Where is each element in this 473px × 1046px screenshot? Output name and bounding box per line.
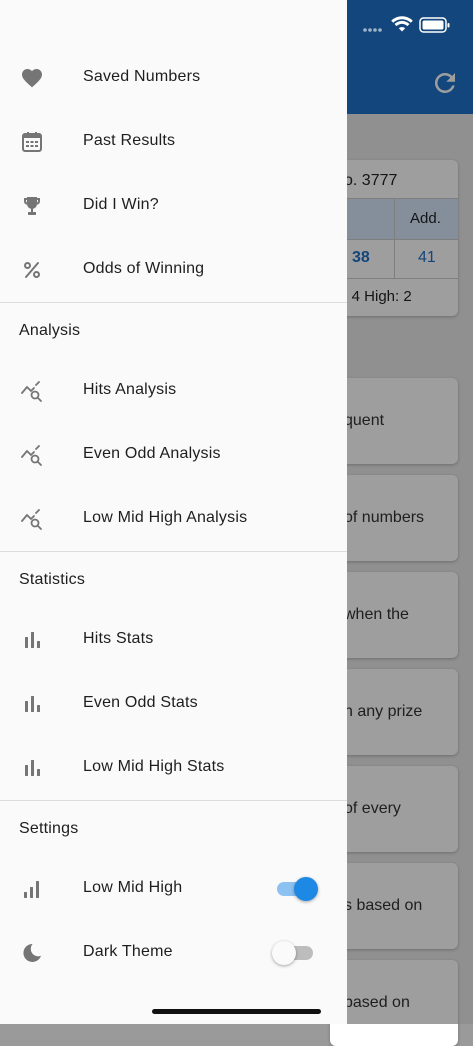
- trophy-icon: [23, 197, 41, 215]
- drawer-item-label: Even Odd Analysis: [83, 445, 221, 462]
- setting-low-mid-high[interactable]: Low Mid High: [0, 857, 347, 921]
- drawer-item-label: Even Odd Stats: [83, 694, 198, 711]
- switch-thumb: [272, 941, 296, 965]
- drawer-item-label: Past Results: [83, 132, 176, 149]
- chart-search-icon: [21, 381, 42, 402]
- drawer-item-even-odd-stats[interactable]: Even Odd Stats: [0, 672, 347, 736]
- section-header-settings: Settings: [19, 820, 79, 837]
- home-indicator[interactable]: [152, 1009, 321, 1014]
- moon-icon: [23, 943, 41, 962]
- section-header-analysis: Analysis: [19, 322, 81, 339]
- bar-chart-icon: [25, 632, 40, 648]
- divider: [0, 800, 347, 801]
- switch-thumb: [294, 877, 318, 901]
- status-time: 5:00: [46, 16, 79, 33]
- chart-search-icon: [21, 445, 42, 466]
- signal-bars-icon: [24, 881, 39, 898]
- drawer-item-past-results[interactable]: Past Results: [0, 110, 347, 174]
- drawer-item-label: Hits Analysis: [83, 381, 177, 398]
- drawer-item-low-mid-high-analysis[interactable]: Low Mid High Analysis: [0, 487, 347, 551]
- drawer-item-saved-numbers[interactable]: Saved Numbers: [0, 46, 347, 110]
- bar-chart-icon: [25, 760, 40, 776]
- heart-icon: [22, 69, 42, 88]
- drawer-item-low-mid-high-stats[interactable]: Low Mid High Stats: [0, 736, 347, 800]
- setting-label: Low Mid High: [83, 879, 183, 896]
- drawer-item-hits-stats[interactable]: Hits Stats: [0, 608, 347, 672]
- drawer-item-odds-of-winning[interactable]: Odds of Winning: [0, 238, 347, 302]
- divider: [0, 302, 347, 303]
- divider: [0, 551, 347, 552]
- drawer-item-label: Odds of Winning: [83, 260, 205, 277]
- drawer-item-label: Low Mid High Stats: [83, 758, 225, 775]
- setting-label: Dark Theme: [83, 943, 173, 960]
- section-header-statistics: Statistics: [19, 571, 86, 588]
- drawer-item-did-i-win[interactable]: Did I Win?: [0, 174, 347, 238]
- drawer-item-even-odd-analysis[interactable]: Even Odd Analysis: [0, 423, 347, 487]
- calendar-icon: [22, 132, 42, 152]
- chart-search-icon: [21, 509, 42, 530]
- drawer-item-label: Low Mid High Analysis: [83, 509, 248, 526]
- drawer-item-label: Did I Win?: [83, 196, 159, 213]
- drawer-item-label: Hits Stats: [83, 630, 154, 647]
- percent-icon: [24, 262, 40, 278]
- bar-chart-icon: [25, 696, 40, 712]
- drawer-item-hits-analysis[interactable]: Hits Analysis: [0, 359, 347, 423]
- setting-dark-theme[interactable]: Dark Theme: [0, 921, 347, 985]
- status-icons: [363, 16, 450, 33]
- navigation-drawer: 5:00 Saved Numbers Past Results Did I Wi…: [0, 0, 347, 1024]
- drawer-item-label: Saved Numbers: [83, 68, 201, 85]
